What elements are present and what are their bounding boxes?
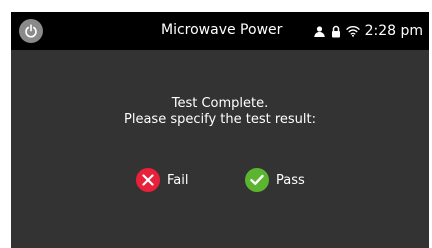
fail-button[interactable]: Fail — [136, 167, 188, 193]
status-area: 2:28 pm — [313, 21, 423, 41]
user-icon — [313, 25, 326, 38]
pass-label: Pass — [276, 172, 305, 188]
lock-icon — [331, 25, 341, 38]
prompt-line-1: Test Complete. — [171, 96, 269, 111]
screen-title: Microwave Power — [161, 22, 283, 38]
x-icon — [136, 168, 160, 192]
result-prompt: Test Complete. Please specify the test r… — [11, 96, 429, 128]
check-icon — [245, 168, 269, 192]
wifi-icon — [345, 25, 360, 37]
pass-button[interactable]: Pass — [245, 167, 305, 193]
power-icon — [25, 24, 37, 38]
device-screen: Microwave Power 2:28 pm Test Complete. P… — [11, 12, 429, 248]
clock-time: 2:28 pm — [364, 23, 423, 39]
top-bar: Microwave Power 2:28 pm — [11, 12, 429, 50]
fail-label: Fail — [167, 172, 189, 188]
power-button[interactable] — [19, 19, 43, 43]
prompt-line-2: Please specify the test result: — [124, 112, 316, 127]
